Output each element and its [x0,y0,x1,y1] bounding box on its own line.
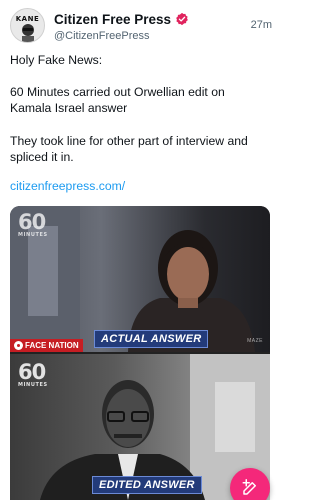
media-frame-bottom: 60 MINUTES EDITED ANSWER [10,354,270,500]
post-text-line: spliced it in. [10,150,74,164]
face-the-nation-banner: FACE NATION [10,339,83,352]
post-text-line: 60 Minutes carried out Orwellian edit on [10,85,225,99]
caption-edited-answer: EDITED ANSWER [92,476,202,494]
media-frame-top: 60 MINUTES FACE NATION ACTUAL ANSWER MAZ… [10,206,270,352]
post-text-line: Kamala Israel answer [10,101,128,115]
compose-icon [242,479,256,495]
sixty-minutes-logo: 60 MINUTES [18,210,48,239]
avatar-face-icon [22,24,34,42]
cbs-eye-icon [14,341,23,350]
banner-text: FACE NATION [25,341,79,350]
post-text-line: They took line for other part of intervi… [10,134,248,148]
sixty-minutes-logo: 60 MINUTES [18,360,48,389]
post-header: KANE Citizen Free Press @CitizenFreePres… [10,8,272,44]
corner-watermark: MAZE [247,338,263,344]
post-text-line: Holy Fake News: [10,53,103,67]
post-timestamp: 27m [250,19,272,31]
logo-number: 60 [18,210,46,234]
avatar[interactable]: KANE [10,8,45,43]
caption-actual-answer: ACTUAL ANSWER [94,330,209,348]
post-card[interactable]: KANE Citizen Free Press @CitizenFreePres… [0,0,280,500]
author-display-name[interactable]: Citizen Free Press [54,12,171,27]
author-name-row: Citizen Free Press [54,10,189,28]
logo-word: MINUTES [18,232,48,238]
logo-number: 60 [18,360,46,384]
logo-word: MINUTES [18,382,48,388]
post-media[interactable]: 60 MINUTES FACE NATION ACTUAL ANSWER MAZ… [10,206,270,500]
post-link[interactable]: citizenfreepress.com/ [10,179,125,193]
verified-badge-icon [176,12,188,26]
compose-button[interactable] [230,468,270,500]
author-handle[interactable]: @CitizenFreePress [54,30,150,42]
